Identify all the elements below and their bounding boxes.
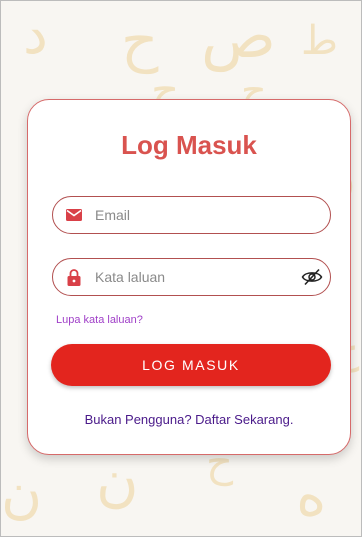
- envelope-icon: [65, 206, 83, 224]
- background-calligraphy: د: [23, 2, 48, 67]
- forgot-password-link[interactable]: Lupa kata laluan?: [56, 314, 143, 326]
- password-field[interactable]: [52, 258, 331, 296]
- email-input[interactable]: [93, 196, 330, 234]
- login-button[interactable]: LOG MASUK: [51, 344, 331, 386]
- signup-link[interactable]: Bukan Pengguna? Daftar Sekarang.: [28, 412, 350, 427]
- background-calligraphy: ن: [1, 461, 43, 526]
- background-calligraphy: ن: [96, 446, 139, 514]
- background-calligraphy: ح: [121, 6, 159, 74]
- page-title: Log Masuk: [121, 130, 257, 160]
- background-calligraphy: ه: [296, 461, 327, 529]
- email-field[interactable]: [52, 196, 331, 234]
- login-card: Log Masuk Email Lupa kata laluan? LOG MA…: [27, 99, 351, 455]
- background-calligraphy: ط: [301, 18, 338, 64]
- app-screen: د ح ص ط ج ح ر ع ن ن ح ه Log Masuk: [0, 0, 362, 537]
- eye-off-icon[interactable]: [300, 265, 324, 289]
- background-calligraphy: ص: [201, 0, 276, 72]
- lock-icon: [65, 268, 83, 286]
- password-input[interactable]: [93, 258, 300, 296]
